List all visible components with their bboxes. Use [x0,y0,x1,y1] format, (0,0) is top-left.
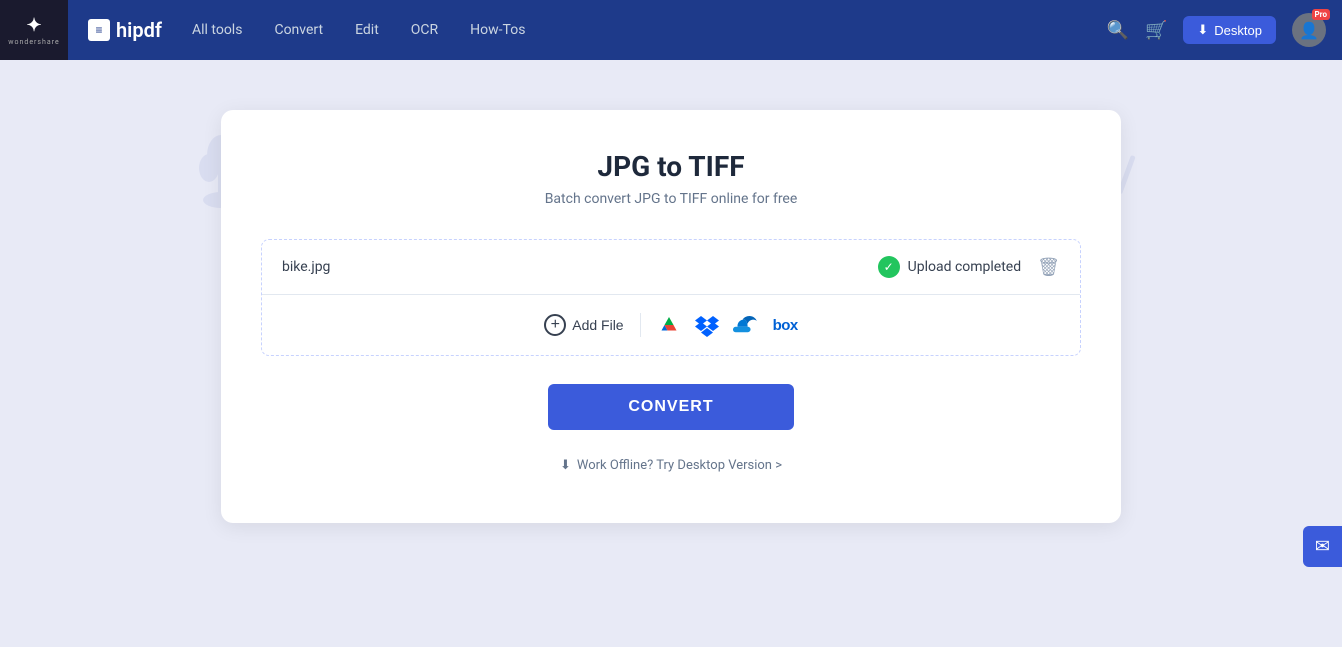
file-name: bike.jpg [282,259,878,275]
page-title: JPG to TIFF [261,150,1081,183]
hipdf-logo[interactable]: ≡ hipdf [68,18,182,42]
main-card: JPG to TIFF Batch convert JPG to TIFF on… [221,110,1121,523]
nav-ocr[interactable]: OCR [411,22,438,38]
desktop-download-icon: ⬇ [560,458,571,473]
page-subtitle: Batch convert JPG to TIFF online for fre… [261,191,1081,207]
box-button[interactable]: box [773,317,798,334]
ws-logo-icon: ✦ [26,15,41,36]
desktop-icon: ⬇ [1197,22,1208,38]
convert-button[interactable]: CONVERT [548,384,793,430]
hipdf-icon: ≡ [88,19,110,41]
dropbox-button[interactable] [695,313,719,337]
check-circle-icon: ✓ [878,256,900,278]
plus-circle-icon: + [544,314,566,336]
hero-bg: JPG to TIFF Batch convert JPG to TIFF on… [0,60,1342,553]
upload-status: ✓ Upload completed [878,256,1022,278]
user-avatar-wrap[interactable]: 👤 Pro [1292,13,1326,47]
add-file-label: Add File [572,317,623,333]
nav-how-tos[interactable]: How-Tos [470,22,525,38]
nav-edit[interactable]: Edit [355,22,379,38]
nav-links: All tools Convert Edit OCR How-Tos [192,22,525,38]
nav-all-tools[interactable]: All tools [192,22,242,38]
nav-convert[interactable]: Convert [274,22,323,38]
wondershare-brand[interactable]: ✦ wondershare [0,0,68,60]
cloud-icons: box [657,313,798,337]
google-drive-button[interactable] [657,313,681,337]
desktop-label: Desktop [1214,23,1262,38]
nav-right: 🔍 🛒 ⬇ Desktop 👤 Pro [1107,13,1342,47]
upload-area: bike.jpg ✓ Upload completed 🗑 + Add File [261,239,1081,356]
ws-sub-label: wondershare [8,38,59,46]
offline-label: Work Offline? Try Desktop Version > [577,458,782,473]
offline-link[interactable]: ⬇ Work Offline? Try Desktop Version > [560,458,782,473]
feedback-button[interactable]: ✉ [1303,526,1342,567]
box-label: box [773,317,798,334]
toolbar-row: + Add File [262,295,1080,355]
cart-button[interactable]: 🛒 [1145,20,1167,41]
onedrive-button[interactable] [733,316,759,334]
navbar: ✦ wondershare ≡ hipdf All tools Convert … [0,0,1342,60]
hipdf-label: hipdf [116,18,162,42]
file-row: bike.jpg ✓ Upload completed 🗑 [262,240,1080,295]
search-button[interactable]: 🔍 [1107,20,1129,41]
upload-status-text: Upload completed [908,259,1022,275]
toolbar-divider [640,313,641,337]
delete-file-button[interactable]: 🗑 [1021,257,1060,278]
offline-row: ⬇ Work Offline? Try Desktop Version > [261,458,1081,473]
pro-badge: Pro [1312,9,1330,20]
convert-wrap: CONVERT [261,384,1081,430]
add-file-button[interactable]: + Add File [544,314,623,336]
desktop-button[interactable]: ⬇ Desktop [1183,16,1276,44]
